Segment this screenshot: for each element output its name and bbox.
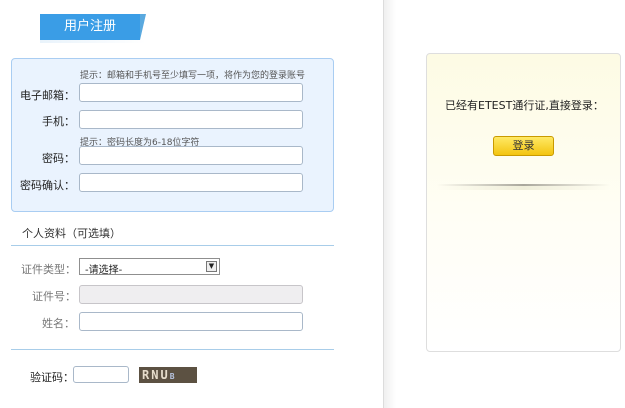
captcha-image[interactable]: RNUB <box>139 367 197 383</box>
email-hint: 提示：邮箱和手机号至少填写一项，将作为您的登录账号 <box>80 71 306 81</box>
id-number-field[interactable] <box>79 285 303 304</box>
profile-section-title: 个人资料（可选填） <box>22 227 121 240</box>
register-title-fold <box>140 14 146 40</box>
register-title-shadow <box>40 40 146 43</box>
login-button[interactable]: 登录 <box>493 136 554 156</box>
captcha-divider <box>11 349 334 350</box>
login-box-separator-glow <box>437 186 610 190</box>
email-field[interactable] <box>79 83 303 102</box>
id-type-select[interactable]: -请选择- ▼ <box>79 258 220 276</box>
phone-label: 手机： <box>42 115 75 128</box>
id-type-selected-value: -请选择- <box>85 265 123 276</box>
phone-field[interactable] <box>79 110 303 129</box>
chevron-down-icon[interactable]: ▼ <box>206 261 217 272</box>
confirm-password-field[interactable] <box>79 173 303 192</box>
email-label: 电子邮箱： <box>20 89 75 102</box>
login-box: 已经有ETEST通行证,直接登录： 登录 <box>426 53 621 352</box>
captcha-text-small: B <box>169 372 177 381</box>
captcha-label: 验证码： <box>30 371 74 384</box>
register-title: 用户注册 <box>40 14 140 40</box>
confirm-password-label: 密码确认： <box>20 179 75 192</box>
profile-divider <box>11 245 334 246</box>
name-field[interactable] <box>79 312 303 331</box>
name-label: 姓名： <box>42 317 75 330</box>
id-type-label: 证件类型： <box>21 263 76 276</box>
login-prompt: 已经有ETEST通行证,直接登录： <box>445 99 604 112</box>
captcha-text: RNU <box>142 368 170 382</box>
id-number-label: 证件号： <box>32 290 76 303</box>
column-divider-shadow <box>384 0 396 408</box>
password-field[interactable] <box>79 146 303 165</box>
captcha-field[interactable] <box>73 366 129 383</box>
password-label: 密码： <box>42 152 75 165</box>
